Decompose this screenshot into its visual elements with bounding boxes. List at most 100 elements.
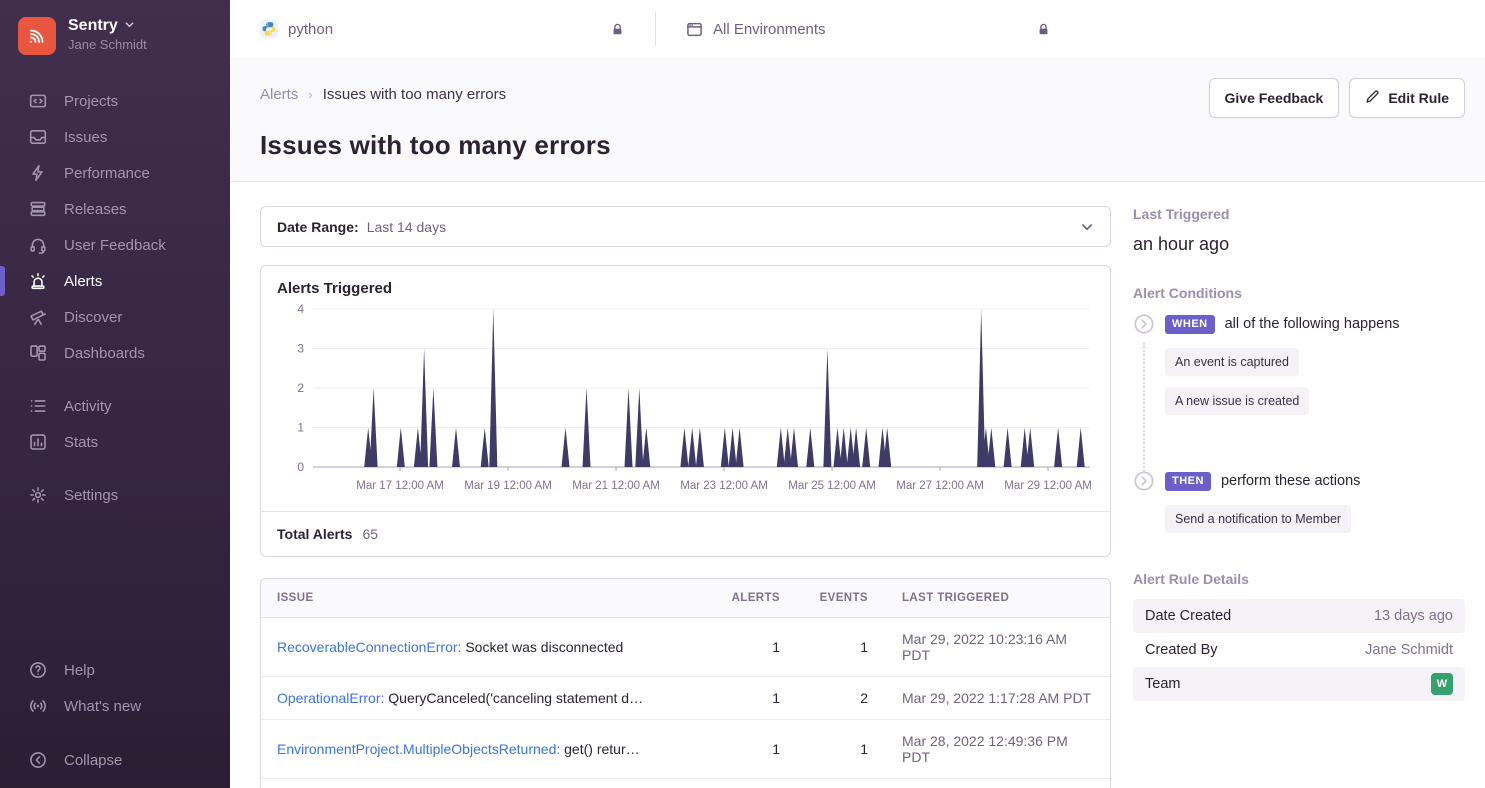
svg-text:1: 1 <box>297 421 304 435</box>
alerts-count: 1 <box>698 639 780 655</box>
total-alerts-label: Total Alerts <box>277 526 352 542</box>
column-header-last-triggered: LAST TRIGGERED <box>868 592 1094 604</box>
table-row: OperationalError: QueryCanceled('canceli… <box>261 677 1110 720</box>
detail-row-date-created: Date Created13 days ago <box>1133 599 1465 633</box>
last-triggered-cell: Mar 29, 2022 10:23:16 AM PDT <box>868 631 1094 663</box>
date-range-label: Date Range: <box>277 219 359 235</box>
circle-chevron-icon[interactable] <box>1133 470 1155 492</box>
edit-rule-button[interactable]: Edit Rule <box>1349 78 1465 118</box>
sidebar-item-label: Help <box>64 662 95 679</box>
user-name: Jane Schmidt <box>68 37 147 52</box>
svg-text:4: 4 <box>297 302 304 316</box>
sidebar-item-dashboards[interactable]: Dashboards <box>0 335 230 371</box>
condition-pill: An event is captured <box>1165 348 1299 376</box>
environment-value: All Environments <box>713 21 826 38</box>
then-badge: THEN <box>1165 472 1211 491</box>
alerts-count: 1 <box>698 741 780 757</box>
events-count: 2 <box>780 690 868 706</box>
column-header-issue: ISSUE <box>277 592 698 604</box>
org-switcher[interactable]: Sentry Jane Schmidt <box>68 17 147 52</box>
activity-icon <box>28 396 48 416</box>
issue-link[interactable]: OperationalError: <box>277 690 384 706</box>
date-range-value: Last 14 days <box>367 219 446 235</box>
condition-pill: A new issue is created <box>1165 387 1309 415</box>
last-triggered-value: an hour ago <box>1133 234 1465 255</box>
project-selector[interactable]: python <box>260 20 625 38</box>
sidebar-item-label: Issues <box>64 129 107 146</box>
team-avatar-badge[interactable]: W <box>1431 673 1453 695</box>
date-range-selector[interactable]: Date Range: Last 14 days <box>260 206 1111 247</box>
issue-cell: RecoverableConnectionError: Socket was d… <box>277 639 698 655</box>
issue-description: get() retur… <box>560 741 639 757</box>
total-alerts-row: Total Alerts 65 <box>261 511 1110 556</box>
sidebar-item-settings[interactable]: Settings <box>0 477 230 513</box>
sidebar-item-activity[interactable]: Activity <box>0 388 230 424</box>
give-feedback-button[interactable]: Give Feedback <box>1209 78 1340 118</box>
alerts-chart-card: Alerts Triggered 01234Mar 17 12:00 AMMar… <box>260 265 1111 557</box>
sidebar-item-releases[interactable]: Releases <box>0 191 230 227</box>
events-count: 1 <box>780 741 868 757</box>
sidebar-item-label: Collapse <box>64 752 122 769</box>
stats-icon <box>28 432 48 452</box>
issue-cell: OperationalError: QueryCanceled('canceli… <box>277 690 698 706</box>
when-text: all of the following happens <box>1225 316 1400 332</box>
lock-icon[interactable] <box>610 22 625 37</box>
sidebar-item-label: Performance <box>64 165 150 182</box>
dashboards-icon <box>28 343 48 363</box>
sidebar-item-label: Stats <box>64 434 98 451</box>
side-panel: Last Triggered an hour ago Alert Conditi… <box>1133 206 1465 788</box>
sidebar-item-label: Releases <box>64 201 127 218</box>
sidebar-item-performance[interactable]: Performance <box>0 155 230 191</box>
svg-text:0: 0 <box>297 460 304 474</box>
page-title: Issues with too many errors <box>260 130 1465 161</box>
give-feedback-label: Give Feedback <box>1225 90 1324 106</box>
detail-label: Team <box>1145 676 1180 692</box>
issues-icon <box>28 127 48 147</box>
sidebar-item-discover[interactable]: Discover <box>0 299 230 335</box>
issue-link[interactable]: RecoverableConnectionError: <box>277 639 461 655</box>
last-triggered-cell: Mar 28, 2022 12:49:36 PM PDT <box>868 733 1094 765</box>
breadcrumb-alerts-link[interactable]: Alerts <box>260 86 298 103</box>
breadcrumb-separator: › <box>308 87 312 102</box>
when-badge: WHEN <box>1165 315 1215 334</box>
performance-icon <box>28 163 48 183</box>
issue-link[interactable]: EnvironmentProject.MultipleObjectsReturn… <box>277 741 560 757</box>
sentry-logo[interactable] <box>18 17 56 55</box>
svg-text:2: 2 <box>297 381 304 395</box>
org-name: Sentry <box>68 17 118 35</box>
sentry-logo-icon <box>25 24 49 48</box>
user-feedback-icon <box>28 235 48 255</box>
sidebar-item-projects[interactable]: Projects <box>0 83 230 119</box>
sidebar-item-what-s-new[interactable]: What's new <box>0 688 230 724</box>
sidebar-item-user-feedback[interactable]: User Feedback <box>0 227 230 263</box>
breadcrumb: Alerts › Issues with too many errors <box>260 78 506 103</box>
nav-group-gap <box>0 460 230 477</box>
issues-table-header: ISSUEALERTSEVENTSLAST TRIGGERED <box>261 579 1110 618</box>
last-triggered-heading: Last Triggered <box>1133 206 1465 222</box>
environment-selector[interactable]: All Environments <box>686 21 1051 38</box>
alerts-triggered-chart[interactable]: 01234Mar 17 12:00 AMMar 19 12:00 AMMar 2… <box>277 301 1094 509</box>
svg-text:Mar 19 12:00 AM: Mar 19 12:00 AM <box>464 480 552 492</box>
detail-value: Jane Schmidt <box>1365 642 1453 658</box>
sidebar-item-alerts[interactable]: Alerts <box>0 263 230 299</box>
issue-description: QueryCanceled('canceling statement d… <box>384 690 643 706</box>
sidebar-item-label: User Feedback <box>64 237 166 254</box>
circle-chevron-icon[interactable] <box>1133 313 1155 335</box>
sidebar-item-label: Activity <box>64 398 112 415</box>
sidebar-item-help[interactable]: Help <box>0 652 230 688</box>
lock-icon[interactable] <box>1036 22 1051 37</box>
topbar-divider <box>655 12 656 46</box>
svg-text:Mar 21 12:00 AM: Mar 21 12:00 AM <box>572 480 660 492</box>
detail-row-team: Team W <box>1133 667 1465 701</box>
sidebar-item-issues[interactable]: Issues <box>0 119 230 155</box>
page-header: Alerts › Issues with too many errors Giv… <box>230 58 1485 182</box>
conditions-connector <box>1143 343 1145 472</box>
svg-text:Mar 29 12:00 AM: Mar 29 12:00 AM <box>1004 480 1092 492</box>
python-project-icon <box>260 20 278 38</box>
page-content: Date Range: Last 14 days Alerts Triggere… <box>230 182 1485 788</box>
alerts-icon <box>28 271 48 291</box>
sidebar-item-collapse[interactable]: Collapse <box>0 742 230 778</box>
app-window: Sentry Jane Schmidt Projects Issues Perfor… <box>0 0 1485 788</box>
sidebar-item-stats[interactable]: Stats <box>0 424 230 460</box>
pencil-icon <box>1365 89 1380 107</box>
